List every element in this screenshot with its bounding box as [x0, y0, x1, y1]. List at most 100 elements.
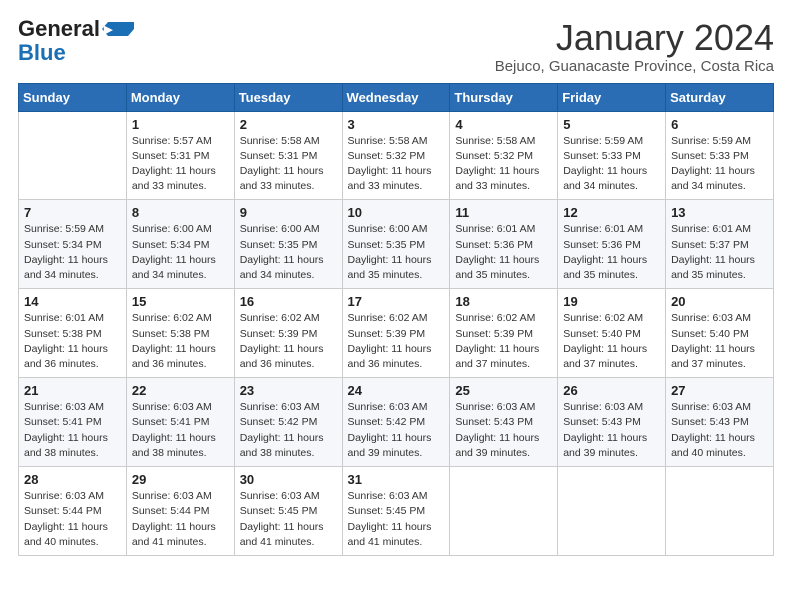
logo-general-text: General: [18, 18, 100, 40]
day-number: 13: [671, 205, 769, 220]
header: General ▶ Blue January 2024 Bejuco, Guan…: [18, 18, 774, 75]
calendar-cell: 10Sunrise: 6:00 AM Sunset: 5:35 PM Dayli…: [342, 200, 450, 289]
day-number: 2: [240, 117, 338, 132]
logo-blue-text: Blue: [18, 40, 66, 65]
day-info: Sunrise: 5:59 AM Sunset: 5:34 PM Dayligh…: [24, 222, 122, 283]
day-number: 18: [455, 294, 553, 309]
day-info: Sunrise: 6:03 AM Sunset: 5:42 PM Dayligh…: [240, 400, 338, 461]
day-info: Sunrise: 6:02 AM Sunset: 5:40 PM Dayligh…: [563, 311, 661, 372]
calendar-cell: [558, 467, 666, 556]
day-info: Sunrise: 6:02 AM Sunset: 5:39 PM Dayligh…: [455, 311, 553, 372]
calendar-cell: 28 Sunrise: 6:03 AM Sunset: 5:44 PM Dayli…: [19, 467, 127, 556]
day-info: Sunrise: 6:03 AM Sunset: 5:45 PM Dayligh…: [240, 489, 338, 550]
day-number: 21: [24, 383, 122, 398]
weekday-header-monday: Monday: [126, 83, 234, 111]
svg-text:▶: ▶: [103, 24, 113, 36]
day-info: Sunrise: 6:03 AM Sunset: 5:45 PM Dayligh…: [348, 489, 446, 550]
day-number: 1: [132, 117, 230, 132]
day-info: Sunrise: 6:02 AM Sunset: 5:39 PM Dayligh…: [348, 311, 446, 372]
day-info: Sunrise: 6:03 AM Sunset: 5:41 PM Dayligh…: [24, 400, 122, 461]
weekday-header-sunday: Sunday: [19, 83, 127, 111]
day-info: Sunrise: 6:01 AM Sunset: 5:37 PM Dayligh…: [671, 222, 769, 283]
calendar-cell: 18 Sunrise: 6:02 AM Sunset: 5:39 PM Dayli…: [450, 289, 558, 378]
calendar-cell: 31 Sunrise: 6:03 AM Sunset: 5:45 PM Dayli…: [342, 467, 450, 556]
calendar-cell: 12 Sunrise: 6:01 AM Sunset: 5:36 PM Dayli…: [558, 200, 666, 289]
day-number: 7: [24, 205, 122, 220]
day-number: 8: [132, 205, 230, 220]
calendar-week-row: 1Sunrise: 5:57 AM Sunset: 5:31 PM Daylig…: [19, 111, 774, 200]
calendar-cell: 14 Sunrise: 6:01 AM Sunset: 5:38 PM Dayli…: [19, 289, 127, 378]
day-number: 12: [563, 205, 661, 220]
day-number: 4: [455, 117, 553, 132]
calendar-cell: 6 Sunrise: 5:59 AM Sunset: 5:33 PM Daylig…: [666, 111, 774, 200]
day-number: 14: [24, 294, 122, 309]
day-number: 22: [132, 383, 230, 398]
calendar-week-row: 28 Sunrise: 6:03 AM Sunset: 5:44 PM Dayli…: [19, 467, 774, 556]
day-info: Sunrise: 6:03 AM Sunset: 5:43 PM Dayligh…: [671, 400, 769, 461]
calendar-cell: 27 Sunrise: 6:03 AM Sunset: 5:43 PM Dayli…: [666, 378, 774, 467]
calendar-cell: 21 Sunrise: 6:03 AM Sunset: 5:41 PM Dayli…: [19, 378, 127, 467]
calendar-cell: 9 Sunrise: 6:00 AM Sunset: 5:35 PM Daylig…: [234, 200, 342, 289]
weekday-header-tuesday: Tuesday: [234, 83, 342, 111]
day-number: 5: [563, 117, 661, 132]
day-info: Sunrise: 6:01 AM Sunset: 5:36 PM Dayligh…: [563, 222, 661, 283]
day-info: Sunrise: 6:01 AM Sunset: 5:38 PM Dayligh…: [24, 311, 122, 372]
calendar-cell: 23Sunrise: 6:03 AM Sunset: 5:42 PM Dayli…: [234, 378, 342, 467]
calendar-cell: 25 Sunrise: 6:03 AM Sunset: 5:43 PM Dayli…: [450, 378, 558, 467]
day-number: 29: [132, 472, 230, 487]
day-number: 31: [348, 472, 446, 487]
day-number: 20: [671, 294, 769, 309]
day-number: 19: [563, 294, 661, 309]
day-number: 25: [455, 383, 553, 398]
calendar-cell: 15 Sunrise: 6:02 AM Sunset: 5:38 PM Dayli…: [126, 289, 234, 378]
calendar-cell: 7 Sunrise: 5:59 AM Sunset: 5:34 PM Daylig…: [19, 200, 127, 289]
day-info: Sunrise: 5:59 AM Sunset: 5:33 PM Dayligh…: [563, 134, 661, 195]
day-info: Sunrise: 5:58 AM Sunset: 5:32 PM Dayligh…: [455, 134, 553, 195]
day-info: Sunrise: 6:03 AM Sunset: 5:44 PM Dayligh…: [24, 489, 122, 550]
calendar-cell: 22 Sunrise: 6:03 AM Sunset: 5:41 PM Dayli…: [126, 378, 234, 467]
day-info: Sunrise: 6:03 AM Sunset: 5:40 PM Dayligh…: [671, 311, 769, 372]
calendar-cell: 19 Sunrise: 6:02 AM Sunset: 5:40 PM Dayli…: [558, 289, 666, 378]
calendar-cell: 17 Sunrise: 6:02 AM Sunset: 5:39 PM Dayli…: [342, 289, 450, 378]
weekday-header-row: SundayMondayTuesdayWednesdayThursdayFrid…: [19, 83, 774, 111]
calendar-cell: [19, 111, 127, 200]
day-number: 17: [348, 294, 446, 309]
calendar-cell: 29 Sunrise: 6:03 AM Sunset: 5:44 PM Dayli…: [126, 467, 234, 556]
day-info: Sunrise: 5:59 AM Sunset: 5:33 PM Dayligh…: [671, 134, 769, 195]
calendar-week-row: 21 Sunrise: 6:03 AM Sunset: 5:41 PM Dayli…: [19, 378, 774, 467]
day-number: 27: [671, 383, 769, 398]
month-title: January 2024: [495, 18, 774, 58]
calendar-cell: 20 Sunrise: 6:03 AM Sunset: 5:40 PM Dayli…: [666, 289, 774, 378]
calendar-table: SundayMondayTuesdayWednesdayThursdayFrid…: [18, 83, 774, 556]
location-title: Bejuco, Guanacaste Province, Costa Rica: [495, 58, 774, 75]
calendar-cell: 8 Sunrise: 6:00 AM Sunset: 5:34 PM Daylig…: [126, 200, 234, 289]
day-info: Sunrise: 5:58 AM Sunset: 5:32 PM Dayligh…: [348, 134, 446, 195]
day-info: Sunrise: 6:00 AM Sunset: 5:34 PM Dayligh…: [132, 222, 230, 283]
title-area: January 2024 Bejuco, Guanacaste Province…: [495, 18, 774, 75]
calendar-cell: 5 Sunrise: 5:59 AM Sunset: 5:33 PM Daylig…: [558, 111, 666, 200]
day-info: Sunrise: 6:03 AM Sunset: 5:43 PM Dayligh…: [563, 400, 661, 461]
day-info: Sunrise: 6:03 AM Sunset: 5:41 PM Dayligh…: [132, 400, 230, 461]
calendar-cell: 26 Sunrise: 6:03 AM Sunset: 5:43 PM Dayli…: [558, 378, 666, 467]
weekday-header-thursday: Thursday: [450, 83, 558, 111]
calendar-cell: 3 Sunrise: 5:58 AM Sunset: 5:32 PM Daylig…: [342, 111, 450, 200]
calendar-cell: 24Sunrise: 6:03 AM Sunset: 5:42 PM Dayli…: [342, 378, 450, 467]
day-info: Sunrise: 6:02 AM Sunset: 5:39 PM Dayligh…: [240, 311, 338, 372]
day-number: 15: [132, 294, 230, 309]
calendar-cell: 13 Sunrise: 6:01 AM Sunset: 5:37 PM Dayli…: [666, 200, 774, 289]
weekday-header-friday: Friday: [558, 83, 666, 111]
day-info: Sunrise: 6:02 AM Sunset: 5:38 PM Dayligh…: [132, 311, 230, 372]
calendar-cell: 16Sunrise: 6:02 AM Sunset: 5:39 PM Dayli…: [234, 289, 342, 378]
day-number: 6: [671, 117, 769, 132]
day-number: 9: [240, 205, 338, 220]
day-info: Sunrise: 6:03 AM Sunset: 5:44 PM Dayligh…: [132, 489, 230, 550]
day-number: 26: [563, 383, 661, 398]
calendar-cell: 11Sunrise: 6:01 AM Sunset: 5:36 PM Dayli…: [450, 200, 558, 289]
day-info: Sunrise: 6:00 AM Sunset: 5:35 PM Dayligh…: [240, 222, 338, 283]
day-number: 28: [24, 472, 122, 487]
calendar-week-row: 7 Sunrise: 5:59 AM Sunset: 5:34 PM Daylig…: [19, 200, 774, 289]
day-info: Sunrise: 6:03 AM Sunset: 5:43 PM Dayligh…: [455, 400, 553, 461]
calendar-cell: 4 Sunrise: 5:58 AM Sunset: 5:32 PM Daylig…: [450, 111, 558, 200]
day-number: 3: [348, 117, 446, 132]
calendar-cell: [450, 467, 558, 556]
